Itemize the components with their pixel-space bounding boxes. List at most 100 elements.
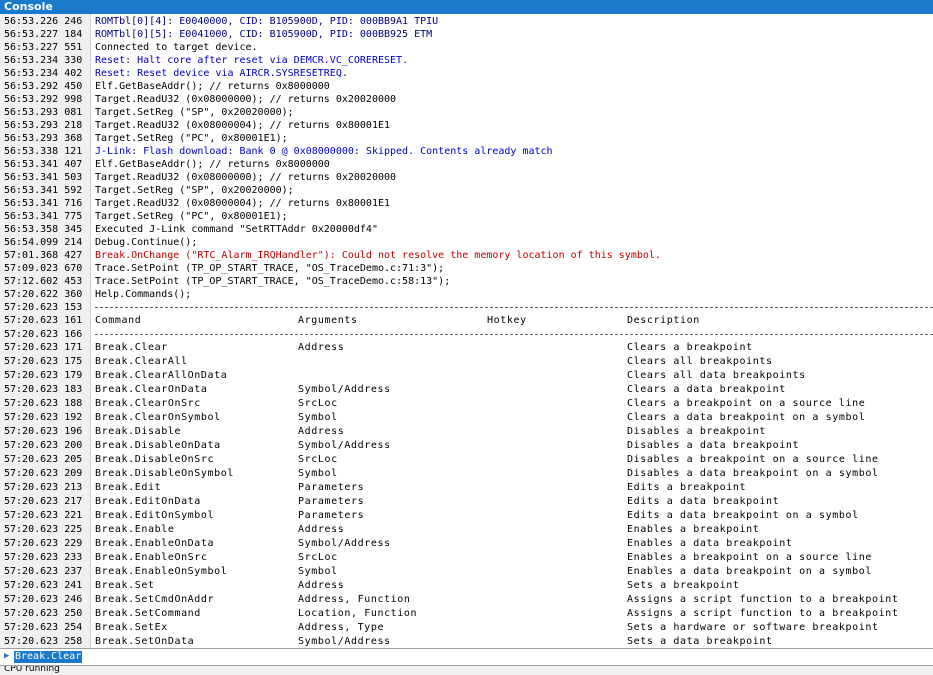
log-timestamp: 57:20.623 188 <box>4 398 83 409</box>
log-message: Target.ReadU32 (0x08000004); // returns … <box>95 120 391 131</box>
log-line[interactable]: 57:09.023 670 Trace.SetPoint (TP_OP_START… <box>0 262 933 275</box>
command-description: Sets a hardware or software breakpoint <box>627 622 879 633</box>
log-timestamp: 56:53.234 330 <box>4 55 83 66</box>
command-arguments: SrcLoc <box>298 552 338 563</box>
log-message: ROMTbl[0][5]: E0041000, CID: B105900D, P… <box>95 29 433 40</box>
triangle-right-icon: ▶ <box>4 651 10 661</box>
log-line[interactable]: 56:54.099 214 Debug.Continue(); <box>0 236 933 249</box>
command-name: Break.EnableOnSymbol <box>95 566 228 577</box>
log-line[interactable]: 56:53.341 592 Target.SetReg ("SP", 0x2002… <box>0 184 933 197</box>
log-line[interactable]: 56:53.293 368 Target.SetReg ("PC", 0x8000… <box>0 132 933 145</box>
command-description: Edits a data breakpoint <box>627 496 780 507</box>
table-row[interactable]: 57:20.623 241 Break.Set Address Sets a brea… <box>0 579 933 593</box>
console-output[interactable]: 56:53.226 246 ROMTbl[0][4]: E0040000, CID… <box>0 14 933 648</box>
log-timestamp: 56:53.234 402 <box>4 68 83 79</box>
log-line[interactable]: 56:53.293 081 Target.SetReg ("SP", 0x2002… <box>0 106 933 119</box>
table-row[interactable]: 57:20.623 233 Break.EnableOnSrc SrcLoc Enab… <box>0 551 933 565</box>
command-name: Break.Set <box>95 580 155 591</box>
table-row[interactable]: 57:20.623 217 Break.EditOnData Parameters E… <box>0 495 933 509</box>
command-input-bar[interactable]: ▶ Break.Clear <box>0 648 933 666</box>
log-line[interactable]: 57:20.622 360 Help.Commands(); <box>0 288 933 301</box>
command-arguments: SrcLoc <box>298 398 338 409</box>
command-description: Enables a breakpoint <box>627 524 760 535</box>
log-timestamp: 57:20.623 229 <box>4 538 83 549</box>
command-name: Break.Edit <box>95 482 162 493</box>
log-line[interactable]: 57:01.368 427 Break.OnChange ("RTC_Alarm_… <box>0 249 933 262</box>
command-arguments: Symbol/Address <box>298 538 391 549</box>
log-message: Elf.GetBaseAddr(); // returns 0x8000000 <box>95 159 330 170</box>
log-line[interactable]: 56:53.227 184 ROMTbl[0][5]: E0041000, CID… <box>0 28 933 41</box>
log-timestamp: 57:09.023 670 <box>4 263 83 274</box>
log-timestamp: 57:20.623 225 <box>4 524 83 535</box>
log-line[interactable]: 56:53.338 121 J-Link: Flash download: Ban… <box>0 145 933 158</box>
table-row[interactable]: 57:20.623 188 Break.ClearOnSrc SrcLoc Clear… <box>0 397 933 411</box>
command-arguments: Symbol/Address <box>298 440 391 451</box>
log-timestamp: 57:20.623 153 <box>4 302 83 313</box>
command-description: Clears a data breakpoint on a symbol <box>627 412 866 423</box>
table-row[interactable]: 57:20.623 200 Break.DisableOnData Symbol/A… <box>0 439 933 453</box>
log-message: Target.SetReg ("PC", 0x80001E1); <box>95 211 288 222</box>
log-timestamp: 56:53.293 368 <box>4 133 83 144</box>
command-arguments: Address <box>298 580 345 591</box>
table-row[interactable]: 57:20.623 250 Break.SetCommand Location, F… <box>0 607 933 621</box>
log-timestamp: 56:53.292 450 <box>4 81 83 92</box>
column-header: Hotkey <box>487 315 527 326</box>
table-row[interactable]: 57:20.623 254 Break.SetEx Address, Type Set… <box>0 621 933 635</box>
command-name: Break.SetCommand <box>95 608 201 619</box>
command-name: Break.Clear <box>95 342 168 353</box>
table-row[interactable]: 57:20.623 246 Break.SetCmdOnAddr Address, … <box>0 593 933 607</box>
log-line[interactable]: 56:53.234 330 Reset: Halt core after rese… <box>0 54 933 67</box>
log-message: Target.SetReg ("SP", 0x20020000); <box>95 107 294 118</box>
command-arguments: Parameters <box>298 482 365 493</box>
log-timestamp: 57:20.623 258 <box>4 636 83 647</box>
log-timestamp: 56:53.341 407 <box>4 159 83 170</box>
log-timestamp: 56:53.227 551 <box>4 42 83 53</box>
table-row[interactable]: 57:20.623 183 Break.ClearOnData Symbol/Add… <box>0 383 933 397</box>
table-row[interactable]: 57:20.623 175 Break.ClearAll Clears all br… <box>0 355 933 369</box>
log-line[interactable]: 56:53.292 450 Elf.GetBaseAddr(); // retur… <box>0 80 933 93</box>
log-timestamp: 57:20.623 250 <box>4 608 83 619</box>
status-text: CPU running <box>4 665 60 674</box>
log-line[interactable]: 57:12.602 453 Trace.SetPoint (TP_OP_START… <box>0 275 933 288</box>
command-name: Break.EnableOnSrc <box>95 552 208 563</box>
log-line[interactable]: 56:53.358 345 Executed J-Link command "Se… <box>0 223 933 236</box>
table-row[interactable]: 57:20.623 229 Break.EnableOnData Symbol/Ad… <box>0 537 933 551</box>
table-row[interactable]: 57:20.623 196 Break.Disable Address Disable… <box>0 425 933 439</box>
log-timestamp: 57:20.623 233 <box>4 552 83 563</box>
log-message: Connected to target device. <box>95 42 258 53</box>
log-timestamp: 57:20.623 241 <box>4 580 83 591</box>
table-row[interactable]: 57:20.623 179 Break.ClearAllOnData Clears … <box>0 369 933 383</box>
table-row[interactable]: 57:20.623 225 Break.Enable Address Enables … <box>0 523 933 537</box>
column-header: Description <box>627 315 700 326</box>
log-timestamp: 57:20.623 179 <box>4 370 83 381</box>
table-row[interactable]: 57:20.623 221 Break.EditOnSymbol Parameter… <box>0 509 933 523</box>
log-line[interactable]: 56:53.341 407 Elf.GetBaseAddr(); // retur… <box>0 158 933 171</box>
table-row[interactable]: 57:20.623 237 Break.EnableOnSymbol Symbol E… <box>0 565 933 579</box>
log-line[interactable]: 56:53.227 551 Connected to target device. <box>0 41 933 54</box>
table-row[interactable]: 57:20.623 213 Break.Edit Parameters Edits a… <box>0 481 933 495</box>
log-message: ROMTbl[0][4]: E0040000, CID: B105900D, P… <box>95 16 439 27</box>
log-timestamp: 56:53.341 503 <box>4 172 83 183</box>
log-timestamp: 56:53.293 081 <box>4 107 83 118</box>
log-line[interactable]: 56:53.341 775 Target.SetReg ("PC", 0x8000… <box>0 210 933 223</box>
table-row[interactable]: 57:20.623 258 Break.SetOnData Symbol/Addre… <box>0 635 933 648</box>
log-line[interactable]: 56:53.292 998 Target.ReadU32 (0x08000000)… <box>0 93 933 106</box>
table-row[interactable]: 57:20.623 171 Break.Clear Address Clears a … <box>0 341 933 355</box>
table-row[interactable]: 57:20.623 205 Break.DisableOnSrc SrcLoc Dis… <box>0 453 933 467</box>
table-row[interactable]: 57:20.623 209 Break.DisableOnSymbol Symbol… <box>0 467 933 481</box>
log-line[interactable]: 56:53.234 402 Reset: Reset device via AIR… <box>0 67 933 80</box>
log-line[interactable]: 56:53.341 503 Target.ReadU32 (0x08000000)… <box>0 171 933 184</box>
log-line[interactable]: 56:53.293 218 Target.ReadU32 (0x08000004)… <box>0 119 933 132</box>
log-timestamp: 57:20.623 161 <box>4 315 83 326</box>
log-line[interactable]: 56:53.341 716 Target.ReadU32 (0x08000004)… <box>0 197 933 210</box>
dashed-separator <box>95 307 933 308</box>
command-description: Clears all breakpoints <box>627 356 773 367</box>
command-description: Clears a data breakpoint <box>627 384 786 395</box>
log-line[interactable]: 56:53.226 246 ROMTbl[0][4]: E0040000, CID… <box>0 15 933 28</box>
command-arguments: Parameters <box>298 496 365 507</box>
log-timestamp: 56:54.099 214 <box>4 237 83 248</box>
command-input[interactable]: Break.Clear <box>14 651 83 663</box>
log-timestamp: 57:12.602 453 <box>4 276 83 287</box>
command-description: Assigns a script function to a breakpoin… <box>627 594 899 605</box>
table-row[interactable]: 57:20.623 192 Break.ClearOnSymbol Symbol Cl… <box>0 411 933 425</box>
